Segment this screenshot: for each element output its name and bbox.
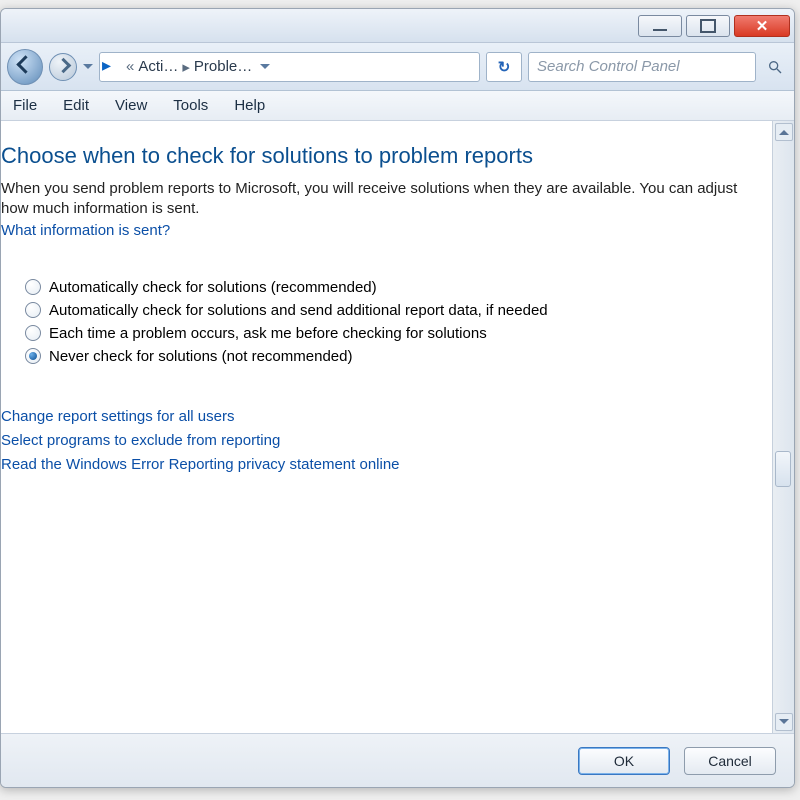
- nav-forward-button[interactable]: [49, 53, 77, 81]
- menu-bar: File Edit View Tools Help: [1, 91, 794, 121]
- cancel-button[interactable]: Cancel: [684, 747, 776, 775]
- menu-help[interactable]: Help: [230, 95, 269, 116]
- page-description: When you send problem reports to Microso…: [1, 179, 758, 220]
- breadcrumb-item-action[interactable]: Acti…: [138, 58, 178, 75]
- radio-auto-check-send-label: Automatically check for solutions and se…: [49, 302, 548, 319]
- scroll-thumb[interactable]: [775, 451, 791, 487]
- refresh-icon: ↻: [498, 58, 511, 76]
- link-privacy-statement[interactable]: Read the Windows Error Reporting privacy…: [1, 453, 758, 477]
- window-titlebar: ✕: [1, 9, 794, 43]
- menu-view[interactable]: View: [111, 95, 151, 116]
- address-bar-row: « Acti… ▸ Proble… ↻ Search Control Panel: [1, 43, 794, 91]
- what-info-link[interactable]: What information is sent?: [1, 222, 758, 239]
- control-panel-window: ✕ « Acti… ▸ Proble… ↻ Search Control Pan…: [0, 8, 795, 788]
- arrow-left-icon: [19, 58, 32, 75]
- content-area: Choose when to check for solutions to pr…: [1, 121, 794, 733]
- arrow-right-icon: [58, 58, 69, 75]
- radio-never-check-label: Never check for solutions (not recommend…: [49, 348, 352, 365]
- link-exclude-programs[interactable]: Select programs to exclude from reportin…: [1, 429, 758, 453]
- maximize-button[interactable]: [686, 15, 730, 37]
- options-group: Automatically check for solutions (recom…: [25, 279, 758, 365]
- radio-auto-check[interactable]: [25, 279, 41, 295]
- radio-ask-me[interactable]: [25, 325, 41, 341]
- radio-auto-check-send[interactable]: [25, 302, 41, 318]
- refresh-button[interactable]: ↻: [486, 52, 522, 82]
- menu-tools[interactable]: Tools: [169, 95, 212, 116]
- flag-icon: [104, 60, 122, 74]
- link-change-all-users[interactable]: Change report settings for all users: [1, 405, 758, 429]
- search-input[interactable]: Search Control Panel: [528, 52, 756, 82]
- ok-button[interactable]: OK: [578, 747, 670, 775]
- scroll-up-button[interactable]: [775, 123, 793, 141]
- menu-edit[interactable]: Edit: [59, 95, 93, 116]
- radio-auto-check-label: Automatically check for solutions (recom…: [49, 279, 377, 296]
- main-panel: Choose when to check for solutions to pr…: [1, 121, 772, 733]
- radio-never-check[interactable]: [25, 348, 41, 364]
- search-icon: [762, 59, 788, 75]
- menu-file[interactable]: File: [9, 95, 41, 116]
- scrollbar[interactable]: [772, 121, 794, 733]
- minimize-button[interactable]: [638, 15, 682, 37]
- page-heading: Choose when to check for solutions to pr…: [1, 143, 758, 169]
- breadcrumb-bar[interactable]: « Acti… ▸ Proble…: [99, 52, 480, 82]
- nav-back-button[interactable]: [7, 49, 43, 85]
- breadcrumb-chevron-icon: ▸: [182, 58, 190, 76]
- nav-history-dropdown[interactable]: [83, 60, 93, 74]
- close-button[interactable]: ✕: [734, 15, 790, 37]
- breadcrumb-dropdown[interactable]: [256, 58, 270, 75]
- radio-ask-me-label: Each time a problem occurs, ask me befor…: [49, 325, 487, 342]
- search-placeholder: Search Control Panel: [537, 58, 747, 75]
- scroll-down-button[interactable]: [775, 713, 793, 731]
- breadcrumb-item-problem[interactable]: Proble…: [194, 58, 252, 75]
- dialog-button-row: OK Cancel: [1, 733, 794, 787]
- bottom-links: Change report settings for all users Sel…: [1, 405, 758, 477]
- breadcrumb-separator: «: [126, 58, 134, 75]
